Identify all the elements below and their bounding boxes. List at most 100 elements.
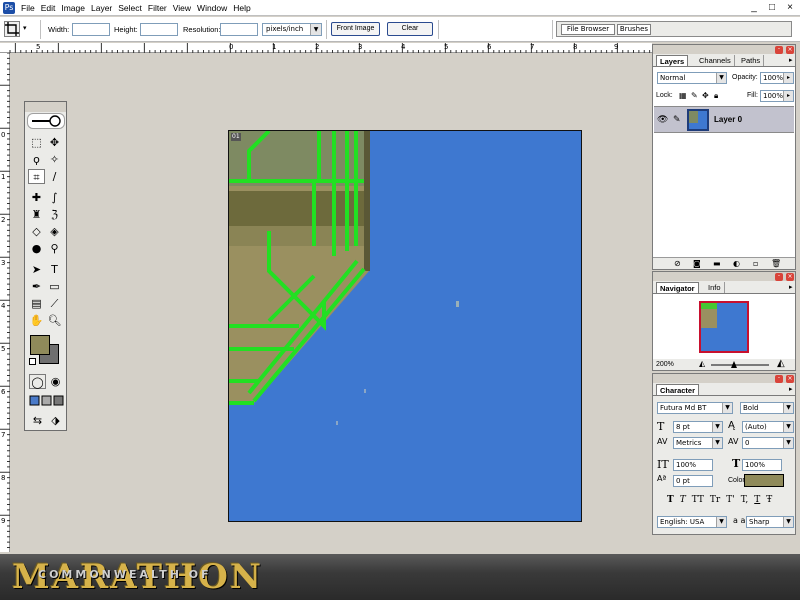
- menu-select[interactable]: Select: [117, 0, 147, 16]
- history-brush-icon[interactable]: ℨ: [46, 207, 63, 222]
- magic-wand-icon[interactable]: ✧: [46, 152, 63, 167]
- superscript-button[interactable]: T': [726, 495, 734, 507]
- adjustment-layer-icon[interactable]: ◐: [733, 259, 740, 268]
- crop-tool-icon[interactable]: ⌗: [28, 169, 45, 184]
- zoom-tool-icon[interactable]: 🔍︎: [46, 313, 63, 328]
- hand-tool-icon[interactable]: ✋: [28, 313, 45, 328]
- small-caps-button[interactable]: Tr: [710, 495, 720, 507]
- menu-layer[interactable]: Layer: [90, 0, 117, 16]
- text-color-swatch[interactable]: [744, 474, 784, 487]
- layer-row[interactable]: 👁︎ ✎ Layer 0: [654, 106, 794, 133]
- screen-mode-buttons[interactable]: [29, 394, 65, 408]
- notes-tool-icon[interactable]: ▤: [28, 296, 45, 311]
- lasso-tool-icon[interactable]: ϙ: [28, 152, 45, 167]
- zoom-in-icon[interactable]: ◭: [777, 358, 785, 369]
- palette-menu-icon[interactable]: ▸: [789, 56, 793, 64]
- pen-tool-icon[interactable]: ✒: [28, 279, 45, 294]
- photoshop-app-icon[interactable]: Ps: [3, 2, 15, 14]
- maximize-icon[interactable]: □: [766, 2, 778, 14]
- menu-filter[interactable]: Filter: [147, 0, 172, 16]
- lock-all-icon[interactable]: 🔒︎: [714, 91, 718, 101]
- close-icon[interactable]: ×: [784, 2, 796, 14]
- close-icon[interactable]: ×: [786, 375, 794, 383]
- menu-edit[interactable]: Edit: [40, 0, 61, 16]
- close-icon[interactable]: ×: [786, 46, 794, 54]
- language-select[interactable]: English: USA ▼: [657, 516, 727, 528]
- front-image-button[interactable]: Front Image: [331, 22, 380, 36]
- clone-stamp-icon[interactable]: ♜: [28, 207, 45, 222]
- blur-tool-icon[interactable]: ●: [28, 241, 45, 256]
- opacity-field[interactable]: 100% ▸: [760, 72, 794, 84]
- zoom-out-icon[interactable]: ◭: [699, 359, 705, 368]
- zoom-value[interactable]: 200%: [656, 361, 674, 368]
- eye-visibility-icon[interactable]: 👁︎: [657, 115, 668, 125]
- standard-mode-icon[interactable]: ◯: [29, 374, 46, 389]
- strikethrough-button[interactable]: Ŧ: [766, 495, 772, 507]
- move-tool-icon[interactable]: ✥: [46, 135, 63, 150]
- type-tool-icon[interactable]: T: [46, 262, 63, 277]
- chevron-down-icon[interactable]: ▾: [23, 24, 27, 32]
- baseline-shift-field[interactable]: 0 pt: [673, 475, 713, 487]
- units-select[interactable]: pixels/inch ▼: [262, 23, 322, 36]
- tracking-select[interactable]: 0 ▼: [742, 437, 794, 449]
- width-field[interactable]: [72, 23, 110, 36]
- default-colors-icon[interactable]: [29, 358, 36, 365]
- menu-window[interactable]: Window: [196, 0, 232, 16]
- resolution-field[interactable]: [220, 23, 258, 36]
- close-icon[interactable]: ×: [786, 273, 794, 281]
- palette-well-tab-brushes[interactable]: Brushes: [617, 24, 651, 35]
- all-caps-button[interactable]: TT: [692, 495, 704, 507]
- palette-menu-icon[interactable]: ▸: [789, 283, 793, 291]
- lock-position-icon[interactable]: ✥: [702, 91, 709, 100]
- minimize-icon[interactable]: -: [775, 375, 783, 383]
- leading-select[interactable]: (Auto) ▼: [742, 421, 794, 433]
- zoom-slider-thumb[interactable]: [731, 361, 737, 368]
- dodge-tool-icon[interactable]: ⚲: [46, 241, 63, 256]
- document-canvas[interactable]: 01: [228, 130, 582, 522]
- brush-tool-icon[interactable]: ∫: [46, 190, 63, 205]
- menu-file[interactable]: File: [20, 0, 40, 16]
- subscript-button[interactable]: T,: [741, 495, 749, 507]
- zoom-slider[interactable]: [711, 361, 769, 368]
- underline-button[interactable]: T: [754, 495, 760, 507]
- faux-italic-button[interactable]: T: [680, 495, 686, 507]
- tab-layers[interactable]: Layers: [656, 55, 689, 66]
- jump-to-imageready-icon[interactable]: ⇆: [29, 413, 46, 428]
- tab-character[interactable]: Character: [656, 384, 700, 395]
- font-family-select[interactable]: Futura Md BT ▼: [657, 402, 733, 414]
- clear-button[interactable]: Clear: [387, 22, 433, 36]
- menu-help[interactable]: Help: [232, 0, 255, 16]
- menu-view[interactable]: View: [172, 0, 196, 16]
- navigator-view-box[interactable]: [699, 301, 749, 353]
- tab-channels[interactable]: Channels: [696, 55, 735, 66]
- eraser-tool-icon[interactable]: ◇: [28, 224, 45, 239]
- antialias-select[interactable]: Sharp ▼: [746, 516, 794, 528]
- slice-tool-icon[interactable]: ∕: [46, 169, 63, 184]
- add-style-icon[interactable]: ⊘: [674, 259, 681, 268]
- tab-paths[interactable]: Paths: [738, 55, 765, 66]
- lock-image-icon[interactable]: ✎: [691, 91, 698, 100]
- faux-bold-button[interactable]: T: [667, 495, 674, 507]
- font-style-select[interactable]: Bold ▼: [740, 402, 794, 414]
- imageready-icon[interactable]: ⬗: [47, 413, 64, 428]
- add-mask-icon[interactable]: ◙: [693, 259, 701, 268]
- eyedropper-icon[interactable]: ⟋: [46, 296, 63, 311]
- foreground-color-swatch[interactable]: [30, 335, 50, 355]
- vertical-scale-field[interactable]: 100%: [673, 459, 713, 471]
- new-set-icon[interactable]: ▬: [713, 259, 721, 268]
- brush-link-icon[interactable]: ✎: [673, 115, 681, 125]
- menu-image[interactable]: Image: [60, 0, 90, 16]
- minimize-icon[interactable]: -: [775, 46, 783, 54]
- shape-tool-icon[interactable]: ▭: [46, 279, 63, 294]
- minimize-icon[interactable]: -: [775, 273, 783, 281]
- kerning-select[interactable]: Metrics ▼: [673, 437, 723, 449]
- layer-name[interactable]: Layer 0: [714, 115, 742, 124]
- marquee-tool-icon[interactable]: ⬚: [28, 135, 45, 150]
- blend-mode-select[interactable]: Normal ▼: [657, 72, 727, 84]
- tab-info[interactable]: Info: [705, 282, 725, 293]
- new-layer-icon[interactable]: ▫: [753, 259, 758, 268]
- height-field[interactable]: [140, 23, 178, 36]
- healing-brush-icon[interactable]: ✚: [28, 190, 45, 205]
- palette-well-tab-file-browser[interactable]: File Browser: [561, 24, 615, 35]
- path-selection-icon[interactable]: ➤: [28, 262, 45, 277]
